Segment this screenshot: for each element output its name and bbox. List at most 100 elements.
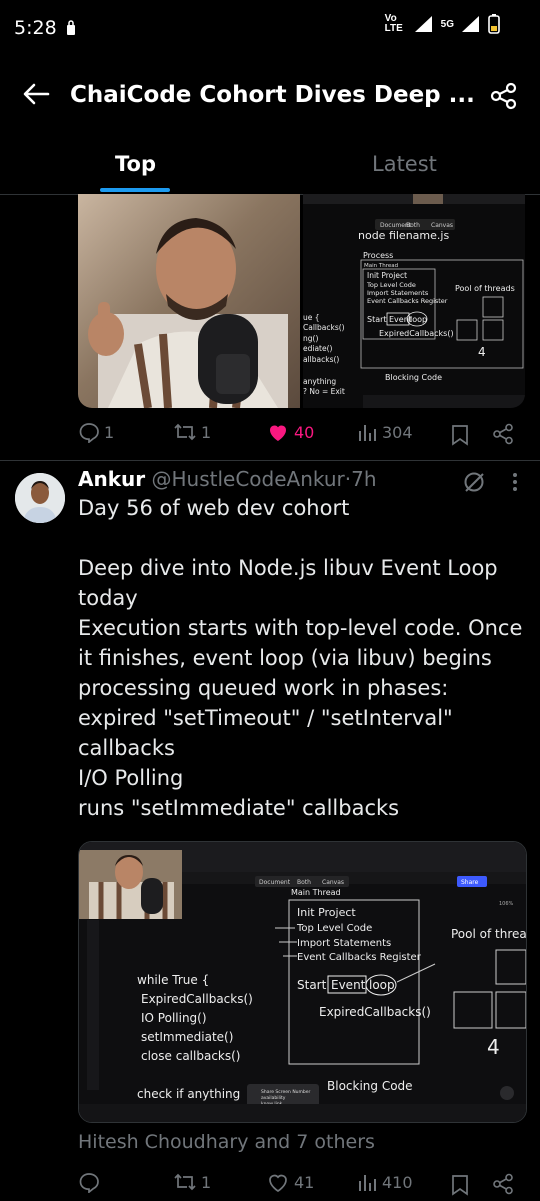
- reply-button-2[interactable]: [78, 1171, 100, 1193]
- post-divider: [0, 460, 540, 461]
- post1-actions: 1 1 40 304: [78, 421, 518, 451]
- heart-filled-icon: [270, 425, 286, 441]
- post-media-2[interactable]: Document Both Canvas Share 106% Main Thr…: [78, 841, 527, 1123]
- repost-icon: [174, 423, 196, 441]
- reply-icon: [79, 1173, 99, 1193]
- avatar[interactable]: [15, 473, 65, 523]
- tab-latest[interactable]: Latest: [372, 152, 437, 176]
- social-context[interactable]: Hitesh Choudhary and 7 others: [78, 1131, 375, 1153]
- post-line: Execution starts with top-level code. On…: [78, 616, 523, 640]
- presenter-illustration: [88, 218, 288, 408]
- post-line: today: [78, 586, 138, 610]
- board2-expired: ExpiredCallbacks(): [319, 1005, 431, 1019]
- board-tab-canvas: Canvas: [431, 222, 453, 229]
- views-button-2[interactable]: 410: [356, 1171, 413, 1193]
- board2-toast-2: availability: [261, 1095, 286, 1101]
- board2-check: check if anything: [137, 1087, 240, 1101]
- board-item-2: Import Statements: [367, 289, 429, 297]
- author-name[interactable]: Ankur: [78, 467, 145, 491]
- post-line: runs "setImmediate" callbacks: [78, 796, 400, 820]
- board2-code-0: while True {: [137, 973, 209, 987]
- post2-header: Ankur @HustleCodeAnkur·7h: [78, 467, 377, 491]
- board-snip-2: ng(): [303, 334, 318, 343]
- share-icon-post2[interactable]: [492, 1173, 514, 1195]
- board2-pool: Pool of threa: [451, 927, 526, 941]
- grok-icon[interactable]: [462, 470, 486, 494]
- network-label: Vo LTE: [384, 13, 403, 34]
- post-line: [78, 523, 528, 553]
- network-5g-label: 5G: [440, 18, 454, 30]
- board-start: Start: [367, 315, 387, 324]
- board2-item-0: Init Project: [297, 906, 356, 919]
- bookmark-icon[interactable]: [450, 1174, 470, 1196]
- board2-toast-1: Share Screen Number: [261, 1089, 311, 1095]
- board-title: node filename.js: [358, 229, 449, 242]
- status-bar: 5:28 Vo LTE 5G: [0, 0, 540, 56]
- like-button-2[interactable]: 41: [266, 1171, 314, 1193]
- arrow-left-icon[interactable]: [22, 82, 50, 106]
- reply-icon: [79, 423, 99, 443]
- board-snip-6: ? No = Exit: [303, 387, 345, 396]
- page-title: ChaiCode Cohort Dives Deep ...: [70, 82, 475, 108]
- board-item-3: Event Callbacks Register: [367, 297, 448, 305]
- like-button[interactable]: 40: [266, 421, 314, 443]
- views-button[interactable]: 304: [356, 421, 413, 443]
- views-chart-icon: [359, 425, 376, 441]
- avatar-illustration: [15, 473, 65, 523]
- repost-button[interactable]: 1: [173, 421, 211, 443]
- post-media[interactable]: Document Both Canvas node filename.js Pr…: [78, 194, 525, 408]
- board-snip-4: allbacks(): [303, 355, 339, 364]
- board-main-thread: Main Thread: [364, 263, 398, 269]
- views-chart-icon: [359, 1175, 376, 1191]
- board2-item-3: Event Callbacks Register: [297, 952, 422, 963]
- repost-count: 1: [201, 422, 212, 442]
- header: ChaiCode Cohort Dives Deep ...: [0, 70, 540, 120]
- reply-button[interactable]: 1: [78, 421, 114, 443]
- board2-tab-document: Document: [259, 879, 291, 886]
- post-line: processing queued work in phases:: [78, 676, 449, 700]
- board2-loop: loop: [369, 978, 395, 992]
- share-icon-post1[interactable]: [492, 423, 514, 445]
- post-line: it finishes, event loop (via libuv) begi…: [78, 646, 492, 670]
- board2-zoom: 106%: [499, 901, 514, 907]
- board2-code-1: ExpiredCallbacks(): [141, 992, 253, 1006]
- more-options-icon[interactable]: [510, 472, 520, 494]
- post-line: expired "setTimeout" / "setInterval": [78, 706, 453, 730]
- board2-blocking: Blocking Code: [327, 1079, 413, 1093]
- board-loop: loop: [410, 315, 427, 324]
- board2-start: Start: [297, 978, 327, 992]
- board-item-1: Top Level Code: [366, 281, 416, 289]
- repost-button-2[interactable]: 1: [173, 1171, 211, 1193]
- board-snip-5: anything: [303, 377, 336, 386]
- signal-icon-2: [462, 16, 479, 32]
- board-snip-1: Callbacks(): [303, 323, 345, 332]
- tab-bar: Top Latest: [0, 140, 540, 195]
- board-tab-both: Both: [406, 222, 420, 229]
- post-line: I/O Polling: [78, 766, 184, 790]
- like-count-2: 41: [294, 1172, 315, 1192]
- board-pool: Pool of threads: [455, 284, 515, 293]
- board2-tab-canvas: Canvas: [322, 879, 344, 886]
- board-snip-3: ediate(): [303, 344, 333, 353]
- lock-icon: [67, 20, 75, 35]
- post-time: 7h: [351, 467, 377, 491]
- board2-code-4: close callbacks(): [141, 1049, 240, 1063]
- repost-count-2: 1: [201, 1172, 212, 1192]
- status-time: 5:28: [14, 17, 57, 39]
- share-icon[interactable]: [490, 82, 518, 110]
- post-line: Day 56 of web dev cohort: [78, 496, 350, 520]
- bookmark-icon[interactable]: [450, 424, 470, 446]
- battery-icon: [488, 14, 500, 34]
- board2-main-thread: Main Thread: [291, 888, 341, 897]
- board-process: Process: [363, 251, 393, 260]
- board-snip-0: ue {: [303, 313, 320, 322]
- webcam-video: [78, 194, 300, 408]
- whiteboard-drawing: Document Both Canvas node filename.js Pr…: [303, 194, 525, 408]
- board2-item-1: Top Level Code: [296, 923, 372, 934]
- tab-top[interactable]: Top: [115, 152, 156, 176]
- board-pool-count: 4: [478, 345, 486, 359]
- board2-share: Share: [461, 879, 479, 886]
- post2-actions: 1 41 410: [78, 1171, 518, 1201]
- post-text: Day 56 of web dev cohort Deep dive into …: [78, 493, 528, 823]
- author-handle[interactable]: @HustleCodeAnkur: [151, 467, 344, 491]
